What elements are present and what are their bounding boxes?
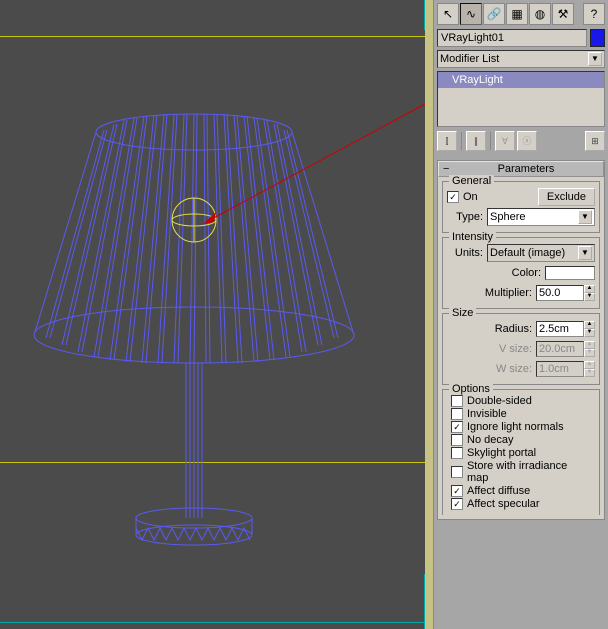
size-group: Size Radius: ▲▼ V size: ▲▼ (442, 313, 600, 385)
type-dropdown[interactable]: Sphere ▼ (487, 208, 595, 226)
panel-dock-strip[interactable] (425, 0, 434, 629)
option-row: Ignore light normals (451, 421, 591, 433)
general-group: General On Exclude Type: Sphere ▼ (442, 181, 600, 233)
units-dropdown[interactable]: Default (image) ▼ (487, 244, 595, 262)
radius-label: Radius: (495, 323, 536, 335)
option-row: Store with irradiance map (451, 460, 591, 484)
option-label: Affect diffuse (467, 485, 530, 497)
intensity-group-title: Intensity (449, 231, 496, 243)
options-group: Options Double-sidedInvisibleIgnore ligh… (442, 389, 600, 515)
multiplier-input[interactable] (536, 285, 584, 301)
spin-up-icon[interactable]: ▲ (584, 285, 595, 293)
modifier-list-dropdown[interactable]: Modifier List ▼ (437, 50, 605, 68)
option-checkbox[interactable] (451, 421, 463, 433)
option-label: Affect specular (467, 498, 540, 510)
option-checkbox[interactable] (451, 447, 463, 459)
chevron-down-icon: ▼ (588, 52, 602, 66)
option-row: Affect diffuse (451, 485, 591, 497)
intensity-group: Intensity Units: Default (image) ▼ Color… (442, 237, 600, 309)
teal-guide-h (0, 622, 425, 623)
option-checkbox[interactable] (451, 434, 463, 446)
option-row: Affect specular (451, 498, 591, 510)
option-checkbox[interactable] (451, 485, 463, 497)
spin-up-icon[interactable]: ▲ (584, 321, 595, 329)
type-label: Type: (447, 211, 487, 223)
motion-tab-icon[interactable]: ▦ (506, 3, 528, 25)
spin-down-icon[interactable]: ▼ (584, 329, 595, 337)
lamp-wireframe (24, 70, 384, 550)
stack-toolbar: ⫿ ∥ ∀ ⓧ ⊞ (437, 130, 605, 152)
show-result-icon[interactable]: ∥ (466, 131, 486, 151)
remove-mod-icon[interactable]: ⓧ (517, 131, 537, 151)
safe-frame-top (0, 36, 425, 37)
on-checkbox[interactable] (447, 191, 459, 203)
parameters-rollout: − Parameters General On Exclude Type: Sp… (437, 160, 605, 520)
tab-row: ↖ ∿ 🔗 ▦ ◍ ⚒ ? (437, 3, 605, 25)
spin-down-icon: ▼ (584, 369, 595, 377)
utilities-tab-icon[interactable]: ⚒ (552, 3, 574, 25)
modifier-list-text: Modifier List (440, 53, 588, 65)
units-label: Units: (447, 247, 487, 259)
exclude-button[interactable]: Exclude (538, 188, 595, 206)
modifier-stack[interactable]: VRayLight (437, 71, 605, 127)
option-label: Store with irradiance map (467, 460, 591, 484)
object-name-input[interactable] (437, 29, 587, 47)
spin-up-icon: ▲ (584, 361, 595, 369)
display-tab-icon[interactable]: ◍ (529, 3, 551, 25)
create-tab-icon[interactable]: ↖ (437, 3, 459, 25)
option-label: No decay (467, 434, 513, 446)
wsize-label: W size: (496, 363, 536, 375)
viewport[interactable] (0, 0, 425, 629)
chevron-down-icon: ▼ (578, 210, 592, 224)
option-label: Invisible (467, 408, 507, 420)
spin-down-icon: ▼ (584, 349, 595, 357)
chevron-down-icon: ▼ (578, 246, 592, 260)
vsize-input (536, 341, 584, 357)
command-panel: ↖ ∿ 🔗 ▦ ◍ ⚒ ? Modifier List ▼ VRayLight … (425, 0, 608, 629)
spin-down-icon[interactable]: ▼ (584, 293, 595, 301)
option-label: Double-sided (467, 395, 532, 407)
size-group-title: Size (449, 307, 476, 319)
spin-up-icon: ▲ (584, 341, 595, 349)
help-tab-icon[interactable]: ? (583, 3, 605, 25)
options-group-title: Options (449, 383, 493, 395)
configure-sets-icon[interactable]: ⊞ (585, 131, 605, 151)
hierarchy-tab-icon[interactable]: 🔗 (483, 3, 505, 25)
modify-tab-icon[interactable]: ∿ (460, 3, 482, 25)
rollout-title: Parameters (453, 163, 599, 175)
object-color-swatch[interactable] (590, 29, 605, 47)
option-checkbox[interactable] (451, 466, 463, 478)
option-row: Double-sided (451, 395, 591, 407)
option-row: No decay (451, 434, 591, 446)
stack-item-vraylight[interactable]: VRayLight (438, 72, 604, 88)
general-group-title: General (449, 175, 494, 187)
option-label: Ignore light normals (467, 421, 564, 433)
collapse-icon: − (443, 163, 453, 175)
on-label: On (463, 191, 478, 203)
option-row: Invisible (451, 408, 591, 420)
option-checkbox[interactable] (451, 395, 463, 407)
color-label: Color: (512, 267, 545, 279)
wsize-input (536, 361, 584, 377)
vsize-label: V size: (499, 343, 536, 355)
option-checkbox[interactable] (451, 408, 463, 420)
color-picker[interactable] (545, 266, 595, 280)
pin-stack-icon[interactable]: ⫿ (437, 131, 457, 151)
make-unique-icon[interactable]: ∀ (495, 131, 515, 151)
option-checkbox[interactable] (451, 498, 463, 510)
radius-input[interactable] (536, 321, 584, 337)
multiplier-label: Multiplier: (485, 287, 536, 299)
option-row: Skylight portal (451, 447, 591, 459)
option-label: Skylight portal (467, 447, 536, 459)
